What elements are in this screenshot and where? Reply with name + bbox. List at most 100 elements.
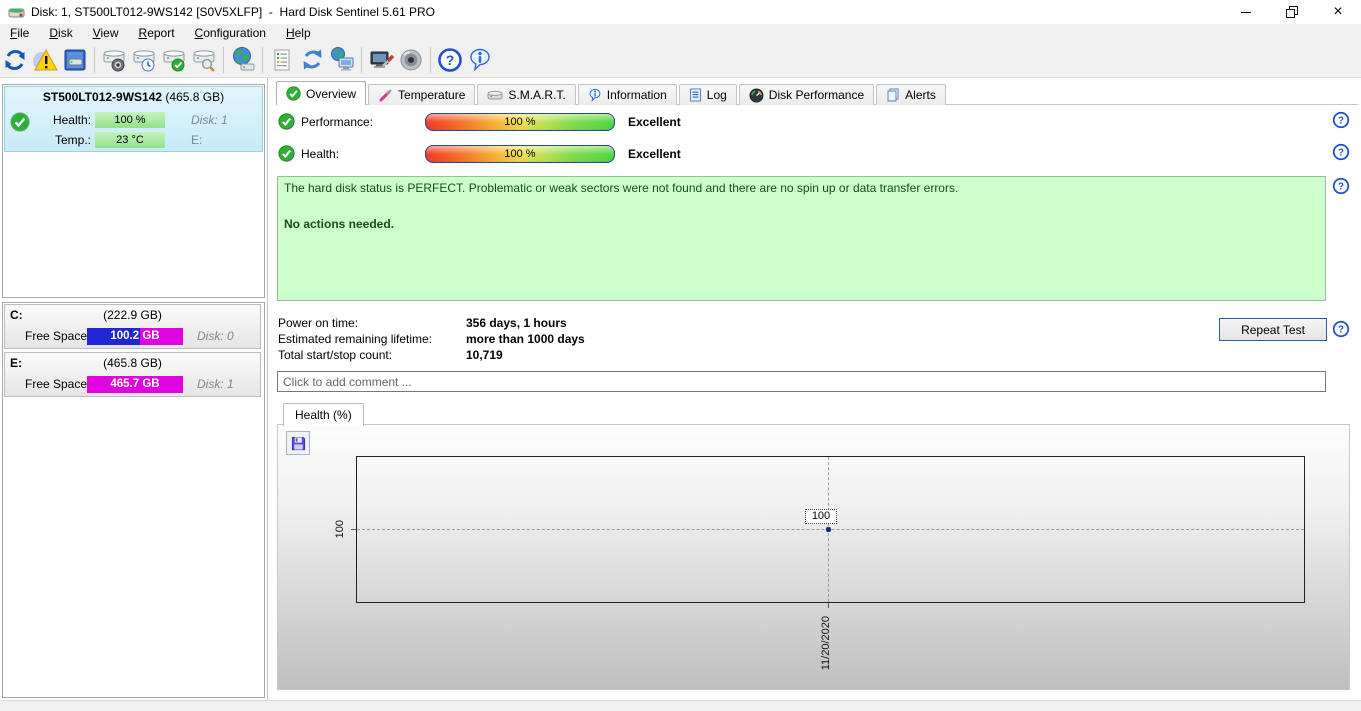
svg-text:?: ? (1338, 324, 1344, 335)
menu-item-help[interactable]: Help (276, 25, 321, 41)
remote-monitor-icon (329, 46, 356, 73)
health-rating: Excellent (628, 145, 681, 163)
data-point-label: 100 (805, 509, 837, 524)
sidebar-temp-bar: 23 °C (95, 132, 165, 148)
close-icon: × (1333, 4, 1342, 20)
free-space-value: 465.7 GB (110, 378, 159, 390)
stat-value: 356 days, 1 hours (466, 315, 567, 331)
sidebar-splitter[interactable] (267, 78, 268, 700)
health-label: Health: (301, 145, 339, 163)
partition-panel-e[interactable]: E: (465.8 GB) Free Space 465.7 GB Disk: … (4, 352, 261, 397)
tab-disk-performance[interactable]: Disk Performance (739, 84, 874, 105)
thermometer-icon (378, 88, 393, 103)
refresh-button[interactable] (0, 45, 30, 75)
about-button[interactable] (465, 45, 495, 75)
save-chart-button[interactable] (286, 431, 310, 455)
disk-panel-st500lt012[interactable]: ST500LT012-9WS142 (465.8 GB) Health: 100… (4, 86, 263, 152)
disk-display-button[interactable] (60, 45, 90, 75)
tab-overview[interactable]: Overview (276, 81, 366, 105)
sidebar-drive-letter: E: (191, 133, 202, 147)
free-space-value: 100.2 GB (110, 330, 159, 342)
toolbar-separator (94, 47, 95, 73)
restore-button[interactable] (1269, 0, 1315, 24)
tab-smart[interactable]: S.M.A.R.T. (477, 84, 575, 105)
disk-status-button[interactable] (159, 45, 189, 75)
performance-rating: Excellent (628, 113, 681, 131)
toolbar: ? (0, 42, 1361, 78)
stat-value: 10,719 (466, 347, 503, 363)
sounds-button[interactable] (396, 45, 426, 75)
close-button[interactable]: × (1315, 0, 1361, 24)
y-axis-tick (351, 529, 356, 530)
health-bar: 100 % (425, 145, 615, 163)
performance-label: Performance: (301, 113, 373, 131)
disk-clock-icon (131, 47, 157, 73)
disk-analyse-button[interactable] (189, 45, 219, 75)
svg-text:?: ? (1338, 181, 1344, 192)
help-repeat-test-button[interactable]: ? (1332, 320, 1350, 338)
repeat-test-button[interactable]: Repeat Test (1219, 318, 1327, 341)
minimize-button[interactable] (1223, 0, 1269, 24)
toolbar-separator (223, 47, 224, 73)
menu-item-disk[interactable]: Disk (39, 25, 82, 41)
sidebar-health-label: Health: (33, 113, 91, 127)
menu-item-configuration[interactable]: Configuration (185, 25, 276, 41)
menu-item-file[interactable]: File (0, 25, 39, 41)
stat-label: Total start/stop count: (278, 347, 392, 363)
log-tab-icon (689, 88, 702, 102)
chart-tab-health[interactable]: Health (%) (283, 403, 364, 426)
settings-button[interactable] (366, 45, 396, 75)
help-status-button[interactable]: ? (1332, 177, 1350, 195)
warning-status-button[interactable] (30, 45, 60, 75)
warning-icon (32, 47, 58, 73)
disk-acoustic-icon (101, 47, 127, 73)
network-disks-button[interactable] (228, 45, 258, 75)
health-ok-icon (278, 145, 295, 162)
network-disks-icon (230, 46, 257, 73)
sidebar-disk-index: Disk: 1 (191, 113, 228, 127)
help-icon: ? (437, 47, 463, 73)
x-axis-tick (828, 603, 829, 608)
disk-name: ST500LT012-9WS142 (43, 90, 162, 104)
tab-log[interactable]: Log (679, 84, 737, 105)
report-button[interactable] (267, 45, 297, 75)
menu-item-view[interactable]: View (83, 25, 129, 41)
titlebar: Disk: 1, ST500LT012-9WS142 [S0V5XLFP] - … (0, 0, 1361, 24)
alerts-tab-icon (886, 88, 900, 102)
tab-label: Disk Performance (769, 88, 864, 102)
help-toolbar-button[interactable]: ? (435, 45, 465, 75)
disk-acoustic-button[interactable] (99, 45, 129, 75)
status-action: No actions needed. (284, 217, 1319, 231)
help-performance-button[interactable]: ? (1332, 111, 1350, 129)
help-icon: ? (1332, 143, 1350, 161)
tab-alerts[interactable]: Alerts (876, 84, 946, 105)
restore-icon (1285, 5, 1299, 19)
tab-information[interactable]: Information (578, 84, 677, 105)
disk-analyse-icon (191, 47, 217, 73)
remote-monitor-button[interactable] (327, 45, 357, 75)
performance-value: 100 % (504, 116, 535, 128)
gauge-icon (749, 88, 764, 103)
tab-label: S.M.A.R.T. (508, 88, 565, 102)
tab-bar: Overview Temperature S.M.A.R.T. Informat… (276, 82, 948, 105)
disk-clock-button[interactable] (129, 45, 159, 75)
partition-panel-c[interactable]: C: (222.9 GB) Free Space 100.2 GB Disk: … (4, 304, 261, 349)
sidebar-temp-label: Temp.: (33, 133, 91, 147)
partition-size: (465.8 GB) (5, 356, 260, 370)
menu-item-report[interactable]: Report (129, 25, 185, 41)
sync-report-icon (299, 46, 326, 73)
health-value: 100 % (504, 148, 535, 160)
minimize-icon (1241, 12, 1251, 13)
y-axis-label: 100 (334, 520, 346, 538)
refresh-icon (2, 47, 28, 73)
stat-label: Estimated remaining lifetime: (278, 331, 432, 347)
help-health-button[interactable]: ? (1332, 143, 1350, 161)
disk-list: ST500LT012-9WS142 (465.8 GB) Health: 100… (2, 84, 265, 298)
performance-ok-icon (278, 113, 295, 130)
sync-report-button[interactable] (297, 45, 327, 75)
sidebar: ST500LT012-9WS142 (465.8 GB) Health: 100… (0, 78, 267, 700)
tab-temperature[interactable]: Temperature (368, 84, 475, 105)
comment-input[interactable] (277, 371, 1326, 392)
status-message-box: The hard disk status is PERFECT. Problem… (277, 176, 1326, 301)
help-icon: ? (1332, 320, 1350, 338)
